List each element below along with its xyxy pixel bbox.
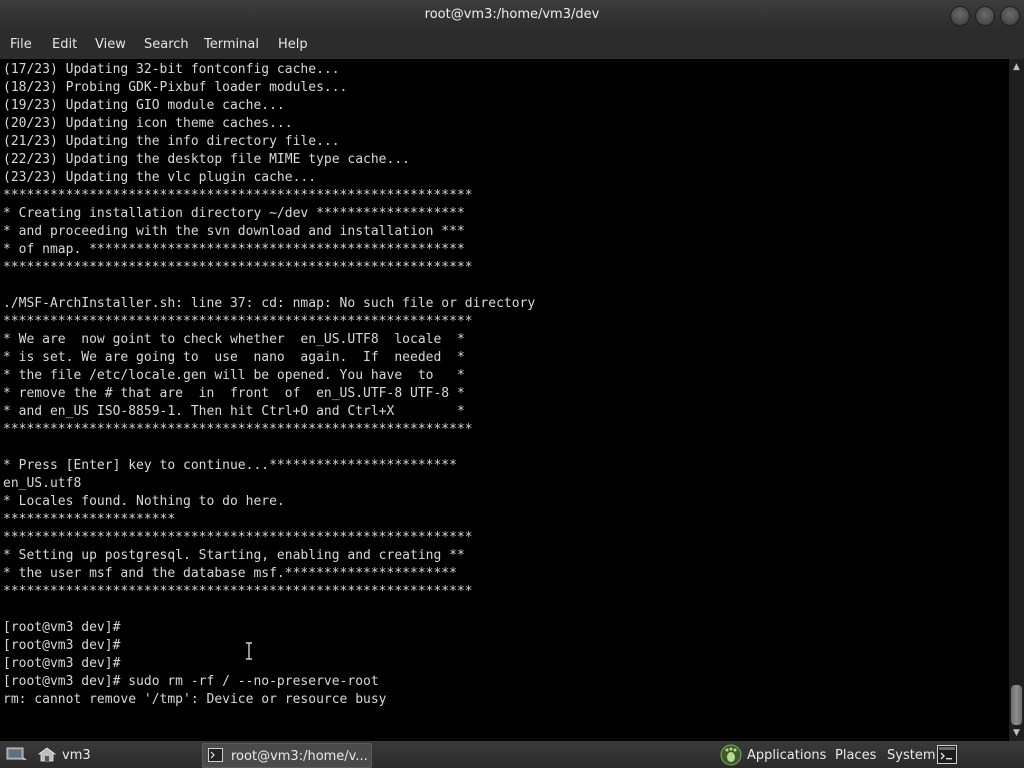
menu-view[interactable]: View <box>95 37 126 52</box>
terminal-line: (18/23) Probing GDK-Pixbuf loader module… <box>3 80 348 95</box>
terminal-line: * remove the # that are in front of en_U… <box>3 386 465 401</box>
terminal-line: (20/23) Updating icon theme caches... <box>3 116 293 131</box>
bottom-panel: vm3 root@vm3:/home/v... Applications Pla… <box>0 741 1024 768</box>
terminal-line: * Setting up postgresql. Starting, enabl… <box>3 548 465 563</box>
maximize-icon[interactable] <box>975 6 995 26</box>
terminal-line: ****************************************… <box>3 260 473 275</box>
terminal-line: ****************************************… <box>3 188 473 203</box>
terminal-line: ****************************************… <box>3 314 473 329</box>
applications-menu[interactable]: Applications <box>747 748 826 763</box>
terminal-line: ****************************************… <box>3 422 473 437</box>
terminal-line: * is set. We are going to use nano again… <box>3 350 465 365</box>
menu-help[interactable]: Help <box>278 37 308 52</box>
places-menu[interactable]: Places <box>835 748 876 763</box>
terminal-scrollbar[interactable]: ▲ ▼ <box>1009 59 1024 741</box>
terminal-line: * Locales found. Nothing to do here. <box>3 494 285 509</box>
terminal-line: [root@vm3 dev]# <box>3 656 121 671</box>
close-icon[interactable] <box>1000 6 1020 26</box>
menu-edit[interactable]: Edit <box>52 37 77 52</box>
scroll-up-icon[interactable]: ▲ <box>1009 60 1024 74</box>
terminal-line: * We are now goint to check whether en_U… <box>3 332 465 347</box>
terminal-line: * the user msf and the database msf.****… <box>3 566 457 581</box>
terminal-line: (17/23) Updating 32-bit fontconfig cache… <box>3 62 340 77</box>
terminal-line: [root@vm3 dev]# <box>3 620 121 635</box>
terminal-line: * the file /etc/locale.gen will be opene… <box>3 368 465 383</box>
terminal-launcher-icon[interactable] <box>937 745 957 764</box>
terminal-icon <box>208 748 223 762</box>
terminal-line: (22/23) Updating the desktop file MIME t… <box>3 152 410 167</box>
terminal-line: (19/23) Updating GIO module cache... <box>3 98 285 113</box>
terminal-line: ****************************************… <box>3 530 473 545</box>
window-titlebar[interactable]: root@vm3:/home/vm3/dev <box>0 0 1024 30</box>
terminal-line: * of nmap. *****************************… <box>3 242 465 257</box>
terminal-line: (23/23) Updating the vlc plugin cache... <box>3 170 317 185</box>
scroll-down-icon[interactable]: ▼ <box>1009 726 1024 740</box>
menu-bar: File Edit View Search Terminal Help <box>0 30 1024 59</box>
terminal-line: * Press [Enter] key to continue...******… <box>3 458 457 473</box>
terminal-line: [root@vm3 dev]# sudo rm -rf / --no-prese… <box>3 674 379 689</box>
terminal-line: en_US.utf8 <box>3 476 82 491</box>
window-title: root@vm3:/home/vm3/dev <box>424 7 600 22</box>
task-button-label: root@vm3:/home/v... <box>231 749 368 764</box>
terminal-line: * Creating installation directory ~/dev … <box>3 206 465 221</box>
terminal-line: [root@vm3 dev]# <box>3 638 121 653</box>
menu-terminal[interactable]: Terminal <box>204 37 259 52</box>
terminal-line: ********************** <box>3 512 176 527</box>
gnome-foot-icon[interactable] <box>720 744 742 766</box>
home-folder-icon[interactable] <box>38 747 56 762</box>
workspace-label[interactable]: vm3 <box>62 748 91 763</box>
text-cursor-icon <box>246 642 252 660</box>
task-button-terminal[interactable]: root@vm3:/home/v... <box>202 743 372 768</box>
show-desktop-icon[interactable] <box>6 747 28 762</box>
scrollbar-thumb[interactable] <box>1011 685 1022 725</box>
terminal-line: ./MSF-ArchInstaller.sh: line 37: cd: nma… <box>3 296 536 311</box>
minimize-icon[interactable] <box>950 6 970 26</box>
terminal-line: * and en_US ISO-8859-1. Then hit Ctrl+O … <box>3 404 465 419</box>
system-menu[interactable]: System <box>887 748 935 763</box>
terminal-line: * and proceeding with the svn download a… <box>3 224 465 239</box>
menu-search[interactable]: Search <box>144 37 189 52</box>
terminal-output[interactable]: (17/23) Updating 32-bit fontconfig cache… <box>0 59 1009 741</box>
terminal-line: rm: cannot remove '/tmp': Device or reso… <box>3 692 387 707</box>
menu-file[interactable]: File <box>10 37 32 52</box>
terminal-line: (21/23) Updating the info directory file… <box>3 134 340 149</box>
terminal-line: ****************************************… <box>3 584 473 599</box>
